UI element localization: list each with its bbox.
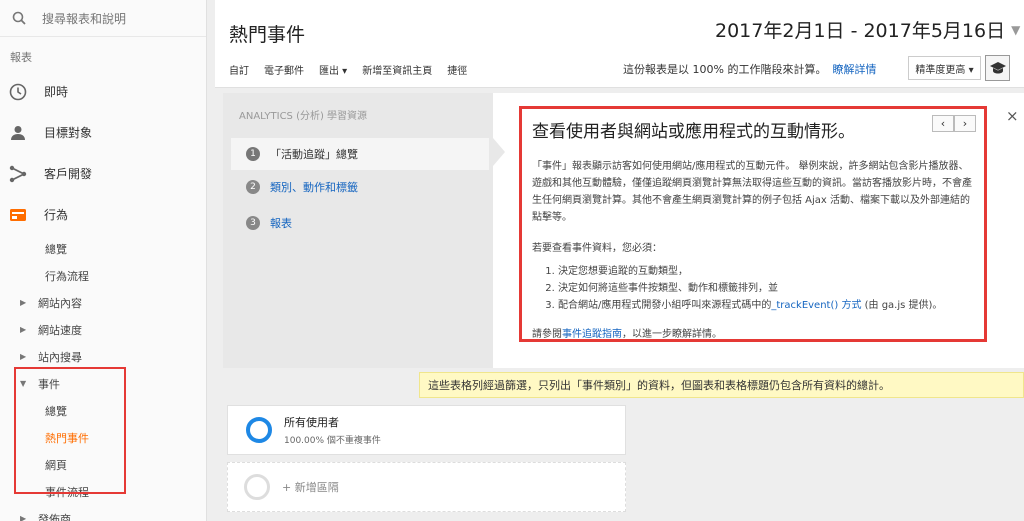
content-paragraph: 若要查看事件資料，您必須： — [532, 243, 662, 254]
behavior-icon — [8, 205, 28, 225]
filter-notice: 這些表格列經過篩選，只列出「事件類別」的資料，但圖表和表格標題仍包含所有資料的總… — [419, 372, 1024, 398]
expand-arrow-icon: ▶ — [20, 514, 27, 521]
segment-ring-icon — [246, 417, 272, 443]
nav-behavior-overview[interactable]: 總覽 — [0, 235, 206, 262]
learning-panel: ANALYTICS (分析) 學習資源 1 「活動追蹤」總覽 2 類別、動作和標籤 … — [223, 93, 1024, 368]
chevron-down-icon: ▼ — [1011, 22, 1021, 37]
learn-more-link[interactable]: 瞭解詳情 — [832, 63, 876, 76]
search-bar[interactable]: 搜尋報表和說明 — [0, 0, 206, 36]
segment-name: 所有使用者 — [284, 416, 339, 429]
nav-events-overview[interactable]: 總覽 — [0, 397, 206, 424]
content-title: 查看使用者與網站或應用程式的互動情形。 — [532, 122, 855, 142]
nav-events-flow[interactable]: 事件流程 — [0, 478, 206, 505]
nav-behavior[interactable]: 行為 — [0, 194, 206, 235]
learning-label: ANALYTICS (分析) 學習資源 — [239, 111, 368, 122]
step-categories-actions-labels[interactable]: 2 類別、動作和標籤 — [231, 171, 489, 203]
nav-realtime[interactable]: 即時 — [0, 71, 206, 112]
learning-center-button[interactable] — [985, 55, 1010, 81]
email-button[interactable]: 電子郵件 — [264, 62, 304, 77]
active-step-pointer — [493, 138, 505, 166]
content-nav: ‹ › — [932, 115, 976, 132]
person-icon — [8, 123, 28, 143]
precision-select[interactable]: 精準度更高 ▾ — [908, 56, 981, 80]
learning-content: 查看使用者與網站或應用程式的互動情形。 ‹ › 「事件」報表顯示訪客如何使用網站… — [519, 106, 987, 342]
step-event-tracking-overview[interactable]: 1 「活動追蹤」總覽 — [231, 138, 489, 170]
graduation-cap-icon — [989, 62, 1006, 74]
expand-arrow-icon: ▶ — [20, 325, 27, 334]
nav-site-speed[interactable]: ▶ 網站速度 — [0, 316, 206, 343]
segment-stat: 100.00% 個不重複事件 — [284, 436, 381, 446]
expand-arrow-icon: ▶ — [20, 298, 27, 307]
next-button[interactable]: › — [954, 115, 976, 132]
shortcut-button[interactable]: 捷徑 — [447, 62, 467, 77]
list-item: 配合網站/應用程式開發小組呼叫來源程式碼中的_trackEvent() 方式 (… — [558, 297, 974, 314]
nav-events-pages[interactable]: 網頁 — [0, 451, 206, 478]
acquisition-icon — [8, 164, 28, 184]
sampling-note: 這份報表是以 100% 的工作階段來計算。 瞭解詳情 — [623, 63, 877, 76]
empty-ring-icon — [244, 474, 270, 500]
track-event-link[interactable]: _trackEvent() 方式 — [771, 300, 861, 311]
segment-all-users[interactable]: 所有使用者 100.00% 個不重複事件 — [227, 405, 626, 455]
nav-acquisition[interactable]: 客戶開發 — [0, 153, 206, 194]
search-placeholder: 搜尋報表和說明 — [42, 11, 127, 26]
event-tracking-guide-link[interactable]: 事件追蹤指南 — [562, 329, 622, 340]
requirements-list: 決定您想要追蹤的互動類型， 決定如何將這些事件按類型、動作和標籤排列，並 配合網… — [532, 263, 974, 314]
nav-site-content[interactable]: ▶ 網站內容 — [0, 289, 206, 316]
nav-events[interactable]: ▼ 事件 — [0, 370, 206, 397]
sidebar: 搜尋報表和說明 報表 即時 目標對象 客戶開發 行為 總覽 行為流程 ▶ 網站內容… — [0, 0, 207, 521]
search-icon — [12, 11, 26, 25]
expand-arrow-icon: ▶ — [20, 352, 27, 361]
learning-steps: ANALYTICS (分析) 學習資源 1 「活動追蹤」總覽 2 類別、動作和標籤 … — [223, 93, 493, 368]
close-icon[interactable]: × — [1006, 107, 1019, 125]
nav-site-search[interactable]: ▶ 站內搜尋 — [0, 343, 206, 370]
collapse-arrow-icon: ▼ — [20, 379, 27, 388]
content-paragraph: 請參閱事件追蹤指南，以進一步瞭解詳情。 — [532, 329, 722, 340]
section-reports: 報表 — [0, 36, 206, 71]
add-segment-button[interactable]: + 新增區隔 — [227, 462, 626, 512]
main-content: 熱門事件 2017年2月1日 - 2017年5月16日 ▼ 自訂 電子郵件 匯出… — [215, 0, 1024, 521]
prev-button[interactable]: ‹ — [932, 115, 954, 132]
list-item: 決定您想要追蹤的互動類型， — [558, 263, 974, 280]
nav-publisher[interactable]: ▶ 發佈商 — [0, 505, 206, 521]
nav-behavior-flow[interactable]: 行為流程 — [0, 262, 206, 289]
nav-audience[interactable]: 目標對象 — [0, 112, 206, 153]
nav-top-events[interactable]: 熱門事件 — [0, 424, 206, 451]
customize-button[interactable]: 自訂 — [229, 62, 249, 77]
report-header: 熱門事件 2017年2月1日 - 2017年5月16日 ▼ 自訂 電子郵件 匯出… — [215, 0, 1024, 88]
clock-icon — [8, 82, 28, 102]
step-reports[interactable]: 3 報表 — [231, 207, 489, 239]
list-item: 決定如何將這些事件按類型、動作和標籤排列，並 — [558, 280, 974, 297]
date-range-text: 2017年2月1日 - 2017年5月16日 — [715, 20, 1006, 42]
report-toolbar: 自訂 電子郵件 匯出 ▾ 新增至資訊主頁 捷徑 — [229, 62, 482, 77]
add-to-dashboard-button[interactable]: 新增至資訊主頁 — [362, 62, 432, 77]
content-paragraph: 「事件」報表顯示訪客如何使用網站/應用程式的互動元件。 舉例來說，許多網站包含影… — [532, 161, 972, 223]
date-range-picker[interactable]: 2017年2月1日 - 2017年5月16日 ▼ — [715, 16, 1020, 43]
export-button[interactable]: 匯出 ▾ — [319, 62, 347, 77]
page-title: 熱門事件 — [229, 24, 306, 46]
